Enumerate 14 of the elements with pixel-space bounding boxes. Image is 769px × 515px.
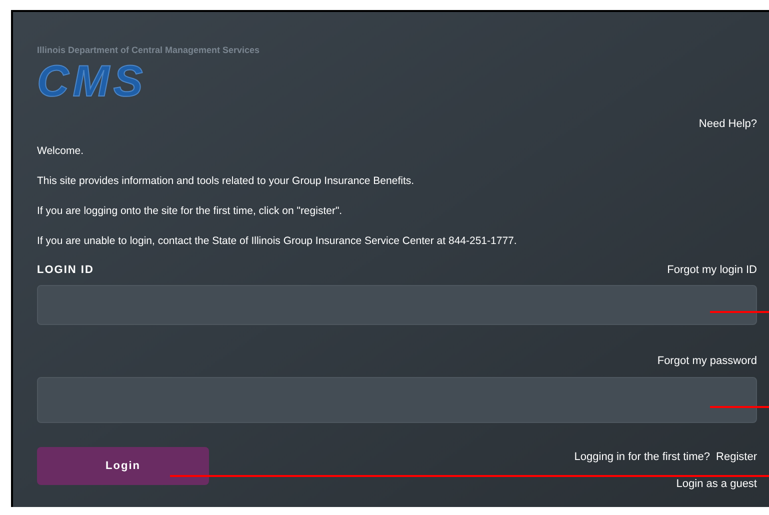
guest-login-link[interactable]: Login as a guest	[676, 476, 757, 492]
login-id-label: LOGIN ID	[37, 263, 94, 278]
forgot-password-link[interactable]: Forgot my password	[657, 352, 757, 369]
intro-text: If you are logging onto the site for the first time, click on "register".	[37, 204, 344, 218]
cms-logo: CMS	[37, 60, 147, 104]
login-button[interactable]: Login	[37, 447, 209, 485]
forgot-login-id-link[interactable]: Forgot my login ID	[667, 262, 757, 278]
department-name: Illinois Department of Central Management Services	[37, 44, 260, 57]
intro-text: Welcome.	[37, 144, 84, 158]
intro-text: If you are unable to login, contact the State of Illinois Group Insurance Service Center at 844-251-1777.	[37, 234, 518, 248]
register-link[interactable]: Register	[716, 449, 757, 466]
intro-text: This site provides information and tools related to your Group Insurance Benefits.	[37, 174, 416, 188]
first-time-text: Logging in for the first time?	[574, 450, 710, 465]
need-help-link[interactable]: Need Help?	[698, 116, 757, 132]
